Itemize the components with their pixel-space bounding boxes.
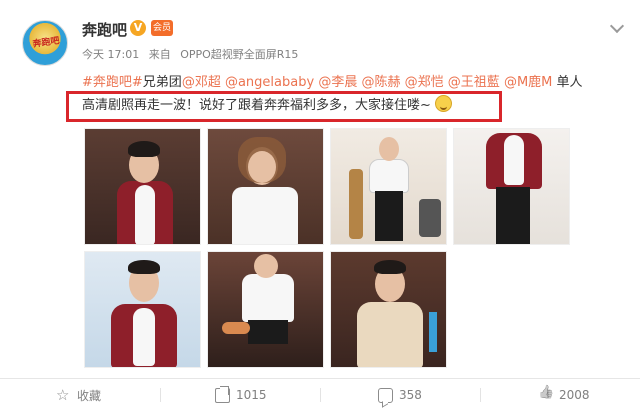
figure-head [379,137,399,161]
photo-thumbnail[interactable] [84,128,201,245]
more-chevron-icon[interactable] [610,20,624,34]
figure-head [254,254,278,278]
favorite-button[interactable]: 收藏 [56,380,101,410]
source-prefix: 来自 [148,48,171,61]
figure-jacket [357,302,423,367]
figure-hair [128,141,160,157]
figure-shirt [242,274,294,322]
avatar-logo-text: 奔跑吧 [32,36,61,50]
like-button[interactable]: 2008 [538,380,590,410]
post-text: 兄弟团 [142,75,182,90]
post-meta: 今天 17:01 来自 OPPO超视野全面屏R15 [82,46,304,62]
mention-link[interactable]: @angelababy [225,75,314,90]
mention-link[interactable]: @M鹿M [504,75,552,90]
figure-pants [496,187,530,244]
share-count: 1015 [236,388,267,402]
member-icon: 会员 [151,20,173,36]
photo-thumbnail[interactable] [330,251,447,368]
photo-thumbnail[interactable] [453,128,570,245]
star-icon [56,386,71,404]
mention-link[interactable]: @陈赫 [361,75,400,90]
source-device[interactable]: OPPO超视野全面屏R15 [180,48,298,61]
figure-hair [128,260,160,274]
post-text-line-1: #奔跑吧#兄弟团@邓超 @angelababy @李晨 @陈赫 @郑恺 @王祖藍… [82,71,583,90]
thumbs-up-icon [538,388,553,403]
mention-link[interactable]: @王祖藍 [448,75,500,90]
figure-shirt [369,159,409,193]
separator [160,388,161,402]
divider [0,378,640,379]
prop-object [222,322,250,334]
post-time[interactable]: 今天 17:01 [82,48,139,61]
seated-figure [419,199,441,237]
figure-shirt [133,308,155,366]
figure-face [248,151,276,183]
separator [480,388,481,402]
figure-hair [374,260,406,274]
verified-icon: V [130,20,146,36]
figure-shirt [232,187,298,244]
photo-thumbnail[interactable] [84,251,201,368]
figure-shorts [248,320,288,344]
username[interactable]: 奔跑吧 [82,19,127,40]
mention-link[interactable]: @李晨 [318,75,357,90]
share-icon [215,385,230,403]
photo-thumbnail[interactable] [330,128,447,245]
post-text: 单人 [556,75,583,90]
figure-pants [375,191,403,241]
figure-shirt [504,135,524,185]
floor-lamp [349,169,363,239]
favorite-label: 收藏 [77,388,102,403]
separator [320,388,321,402]
comment-count: 358 [399,388,422,402]
mention-link[interactable]: @邓超 [182,75,221,90]
photo-thumbnail[interactable] [207,128,324,245]
comment-icon [378,387,393,403]
like-count: 2008 [559,388,590,402]
action-bar: 收藏 1015 358 2008 [0,380,640,410]
highlight-annotation-box [66,91,502,122]
photo-thumbnail[interactable] [207,251,324,368]
mention-link[interactable]: @郑恺 [405,75,444,90]
figure-shirt [135,185,155,244]
comment-button[interactable]: 358 [378,380,422,410]
blue-light [429,312,437,352]
share-button[interactable]: 1015 [215,380,267,410]
avatar[interactable]: 奔跑吧 [22,20,68,66]
hashtag-link[interactable]: #奔跑吧# [82,75,143,90]
